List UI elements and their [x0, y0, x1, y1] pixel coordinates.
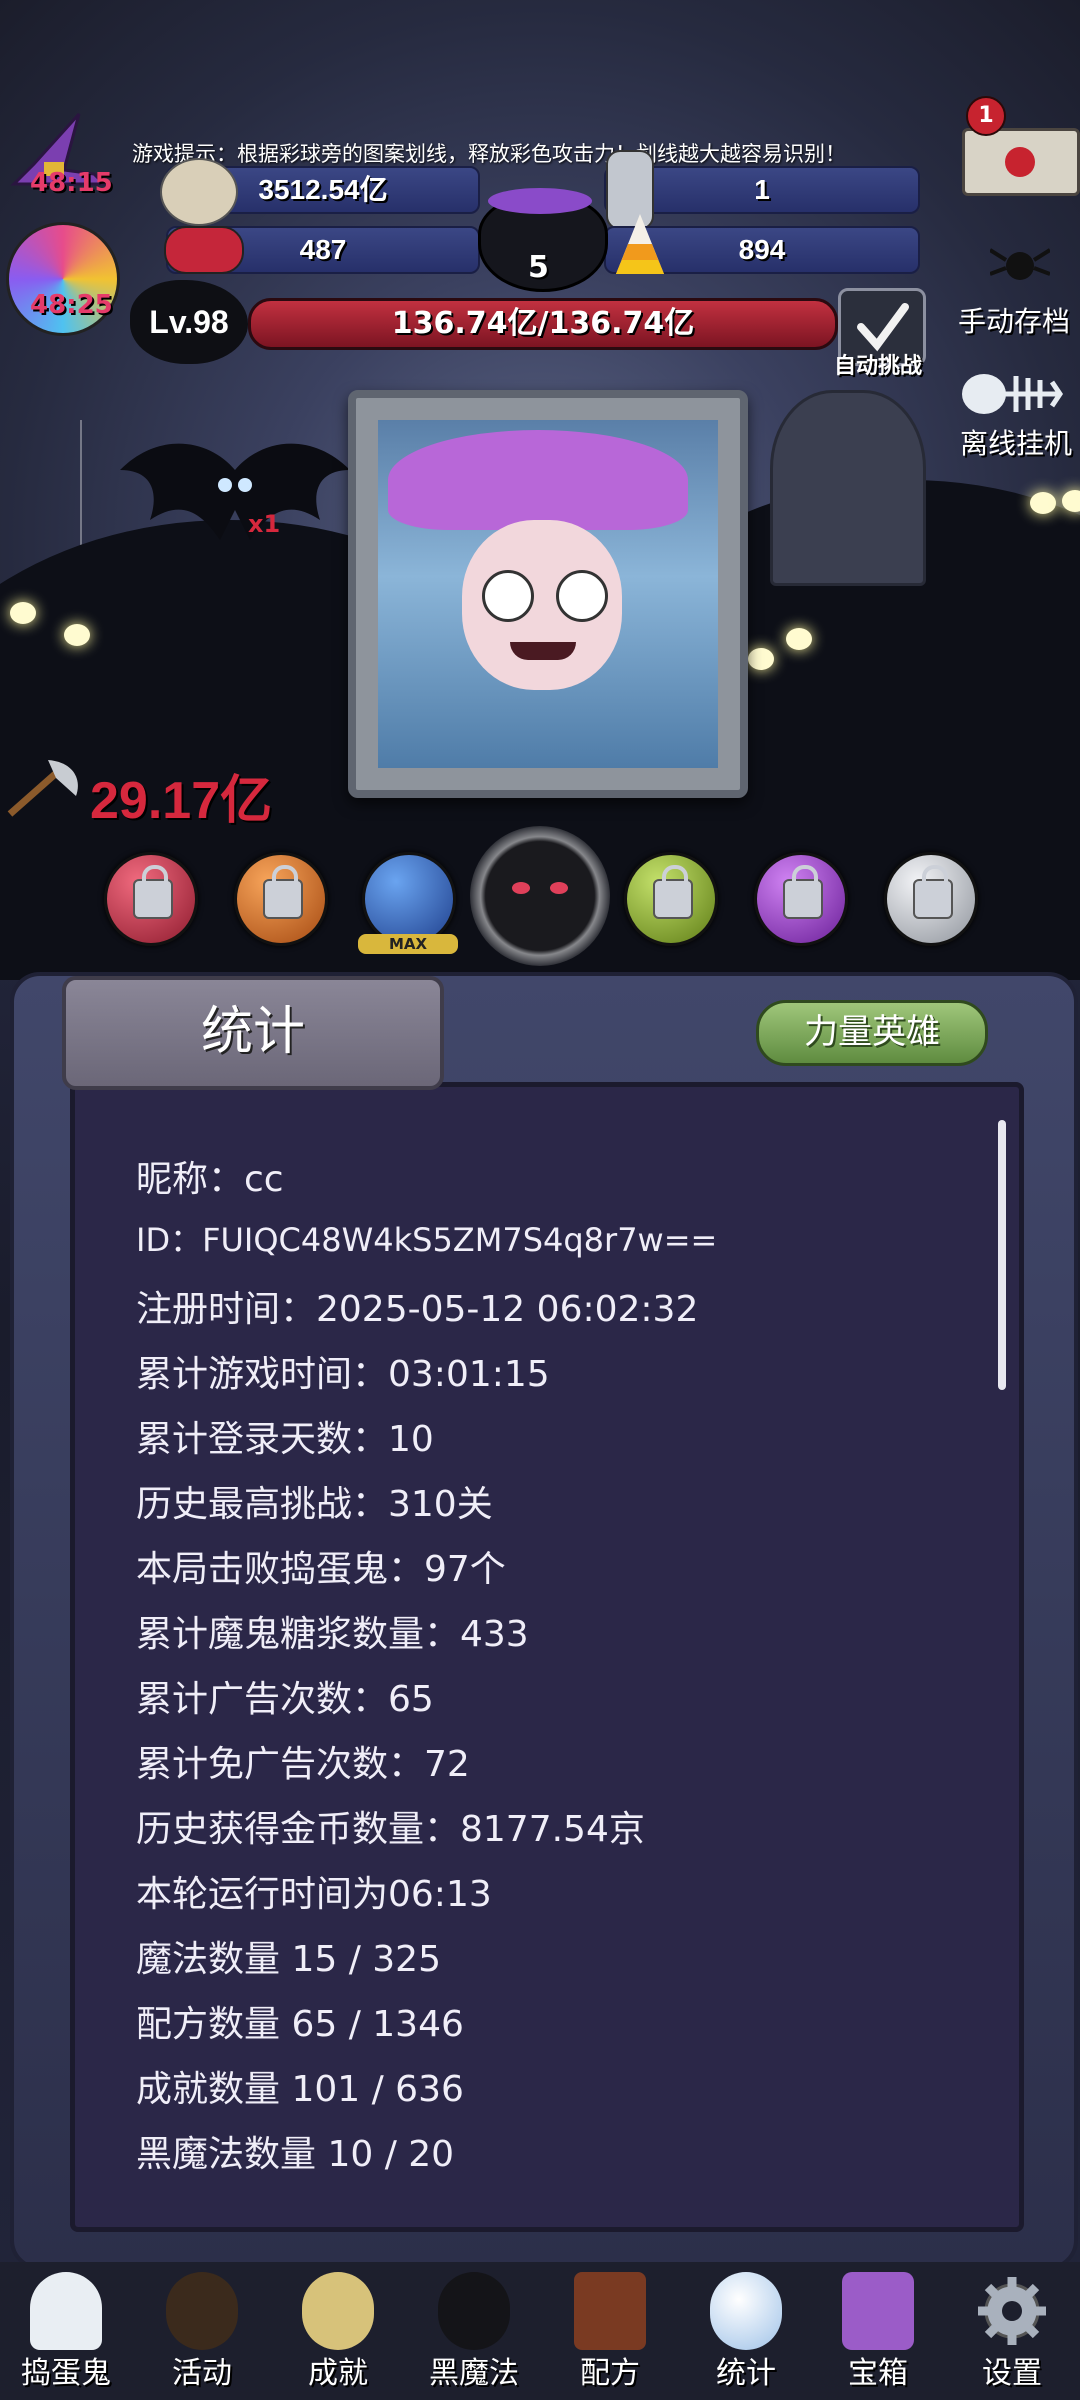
devil-eye: [550, 882, 568, 894]
orb-red-locked[interactable]: [104, 852, 198, 946]
stat-black-magic-count: 黑魔法数量 10 / 20: [136, 2134, 455, 2175]
panel-title: 统计: [62, 976, 444, 1090]
devil-eye: [512, 882, 530, 894]
nav-item-black-magic[interactable]: 黑魔法: [414, 2266, 534, 2400]
nav-label: 活动: [172, 2356, 232, 2391]
glowing-eye: [786, 628, 812, 650]
devil-icon: [438, 2272, 510, 2350]
stat-run-time: 本轮运行时间为06:13: [136, 1874, 492, 1915]
bat-icon: [120, 443, 350, 540]
nav-label: 统计: [716, 2356, 776, 2391]
orb-white-locked[interactable]: [884, 852, 978, 946]
gift-box-icon: [842, 2272, 914, 2350]
nav-item-treasure[interactable]: 宝箱: [818, 2266, 938, 2400]
candy-timer: 48:25: [30, 290, 113, 320]
nav-label: 配方: [580, 2356, 640, 2391]
stat-highest-challenge: 历史最高挑战：310关: [136, 1484, 493, 1525]
stats-scrollbar[interactable]: [998, 1120, 1006, 1390]
nav-label: 黑魔法: [429, 2356, 519, 2391]
offline-idle-button[interactable]: 离线挂机: [960, 422, 1072, 462]
lock-icon: [913, 865, 953, 919]
manual-save-button[interactable]: 手动存档: [958, 300, 1070, 340]
gravestone: [770, 390, 926, 586]
candy-corn-icon: [616, 214, 664, 274]
skull-trophy-icon: [302, 2272, 374, 2350]
skull-candy-icon: [164, 226, 244, 274]
witch-portrait: [378, 420, 718, 768]
stat-recipe-count: 配方数量 65 / 1346: [136, 2004, 464, 2045]
fish-bone-icon[interactable]: [960, 362, 1066, 426]
glowing-eye: [1030, 492, 1056, 514]
stat-id: ID：FUIQC48W4kS5ZM7S4q8r7w==: [136, 1221, 718, 1259]
stat-defeated: 本局击败捣蛋鬼：97个: [136, 1549, 506, 1590]
auto-challenge-label[interactable]: 自动挑战: [834, 348, 922, 380]
orb-orange-locked[interactable]: [234, 852, 328, 946]
nav-label: 成就: [308, 2356, 368, 2391]
gear-icon: [978, 2277, 1046, 2345]
lock-icon: [653, 865, 693, 919]
axe-icon: [7, 760, 78, 817]
lock-icon: [783, 865, 823, 919]
nav-label: 宝箱: [848, 2356, 908, 2391]
witch-hat: [388, 430, 688, 530]
stat-syrup: 累计魔鬼糖浆数量：433: [136, 1614, 529, 1655]
cookie-ghost-icon: [160, 158, 238, 226]
orb-blue-ghost[interactable]: [362, 852, 456, 946]
stat-login-days: 累计登录天数：10: [136, 1419, 434, 1460]
glowing-eye: [64, 624, 90, 646]
nav-item-settings[interactable]: 设置: [952, 2266, 1072, 2400]
witch-eye: [482, 570, 534, 622]
stat-nickname: 昵称：cc: [136, 1159, 284, 1200]
power-hero-button[interactable]: 力量英雄: [756, 1000, 988, 1066]
cauldron-count: 5: [528, 250, 549, 285]
wax-seal-icon: [1005, 147, 1035, 177]
recipe-book-icon: [574, 2272, 646, 2350]
nav-label: 设置: [982, 2356, 1042, 2391]
bat-multiplier: x1: [248, 510, 281, 538]
nav-item-ghosts[interactable]: 捣蛋鬼: [6, 2266, 126, 2400]
glowing-eye: [748, 648, 774, 670]
cupcake-eyes-icon: [166, 2272, 238, 2350]
witch-mouth: [510, 642, 576, 660]
orb-green-locked[interactable]: [624, 852, 718, 946]
mail-envelope-icon[interactable]: [962, 128, 1080, 196]
stat-ad-free: 累计免广告次数：72: [136, 1744, 470, 1785]
hp-bar: 136.74亿/136.74亿: [248, 298, 838, 350]
stat-magic-count: 魔法数量 15 / 325: [136, 1939, 441, 1980]
hat-timer: 48:15: [30, 168, 113, 198]
lock-icon: [263, 865, 303, 919]
stat-ads: 累计广告次数：65: [136, 1679, 434, 1720]
nav-label: 捣蛋鬼: [21, 2356, 111, 2391]
hero-portrait-frame[interactable]: [348, 390, 748, 798]
nav-item-achievements[interactable]: 成就: [278, 2266, 398, 2400]
orb-black-devil-selected[interactable]: [470, 826, 610, 966]
lock-icon: [133, 865, 173, 919]
stat-achievement-count: 成就数量 101 / 636: [136, 2069, 464, 2110]
crystal-ball-icon: [710, 2272, 782, 2350]
damage-value: 29.17亿: [90, 772, 273, 830]
stat-total-play-time: 累计游戏时间：03:01:15: [136, 1354, 550, 1395]
glowing-eye: [10, 602, 36, 624]
witch-eye: [556, 570, 608, 622]
nav-item-events[interactable]: 活动: [142, 2266, 262, 2400]
mail-badge: 1: [966, 96, 1006, 136]
player-level: Lv.98: [130, 280, 248, 364]
spider-icon[interactable]: [990, 236, 1050, 296]
stat-gold: 历史获得金币数量：8177.54京: [136, 1809, 645, 1850]
orb-max-badge: MAX: [358, 934, 458, 954]
nav-item-stats[interactable]: 统计: [686, 2266, 806, 2400]
stat-register-time: 注册时间：2025-05-12 06:02:32: [136, 1289, 699, 1330]
cauldron-brew: [488, 188, 592, 214]
nav-item-recipes[interactable]: 配方: [550, 2266, 670, 2400]
orb-purple-locked[interactable]: [754, 852, 848, 946]
ghost-icon: [30, 2272, 102, 2350]
game-tip: 游戏提示：根据彩球旁的图案划线，释放彩色攻击力！划线越大越容易识别！: [132, 142, 846, 166]
